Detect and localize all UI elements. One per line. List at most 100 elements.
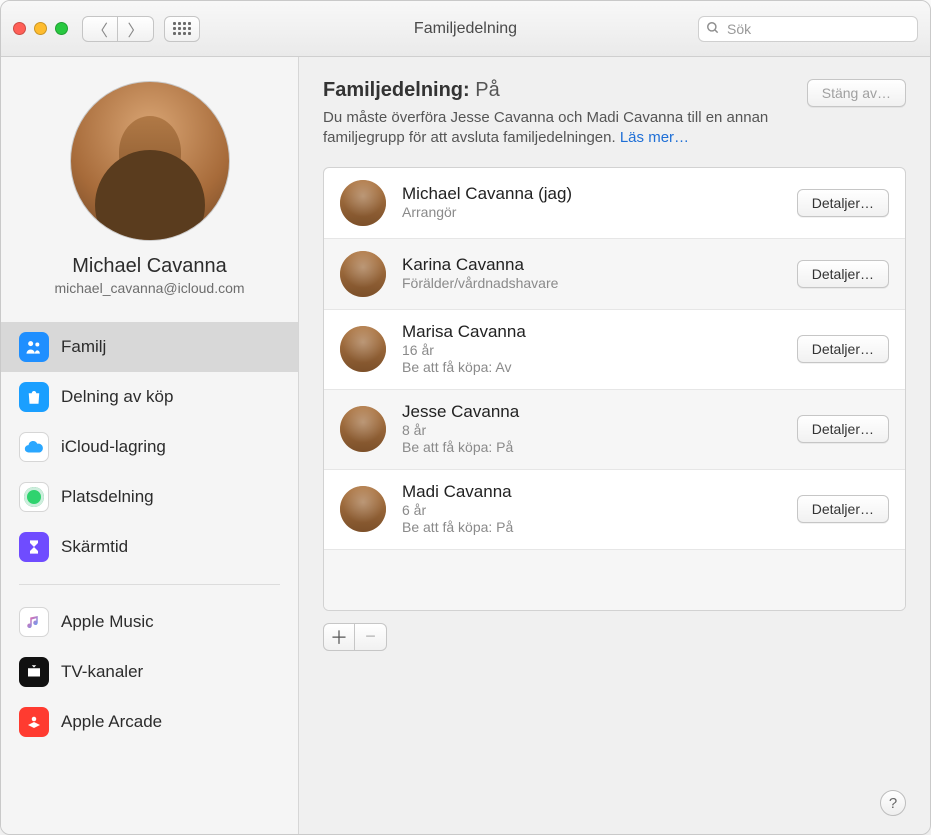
sidebar: Michael Cavanna michael_cavanna@icloud.c… bbox=[1, 57, 299, 834]
cloud-icon bbox=[19, 432, 49, 462]
member-role: 8 år bbox=[402, 422, 781, 440]
member-avatar bbox=[340, 326, 386, 372]
plus-icon: ＋ bbox=[330, 624, 348, 650]
header-row: Familjedelning: På Du måste överföra Jes… bbox=[323, 79, 906, 149]
page-title: Familjedelning: På bbox=[323, 79, 807, 102]
nav-buttons: 〈 〉 bbox=[82, 16, 154, 42]
member-extra: Be att få köpa: Av bbox=[402, 359, 781, 377]
member-extra: Be att få köpa: På bbox=[402, 519, 781, 537]
sidebar-item-label: Familj bbox=[61, 337, 106, 357]
chevron-right-icon: 〉 bbox=[127, 17, 143, 41]
member-avatar bbox=[340, 180, 386, 226]
sidebar-item-screen-time[interactable]: Skärmtid bbox=[1, 522, 298, 572]
member-name: Madi Cavanna bbox=[402, 482, 781, 502]
question-icon: ? bbox=[889, 795, 897, 812]
sidebar-item-label: Apple Arcade bbox=[61, 712, 162, 732]
details-button[interactable]: Detaljer… bbox=[797, 495, 889, 523]
titlebar: 〈 〉 Familjedelning bbox=[1, 1, 930, 57]
member-info: Madi Cavanna 6 år Be att få köpa: På bbox=[402, 482, 781, 537]
member-name: Jesse Cavanna bbox=[402, 402, 781, 422]
window-title: Familjedelning bbox=[414, 20, 517, 38]
sidebar-item-label: Apple Music bbox=[61, 612, 154, 632]
member-role: Arrangör bbox=[402, 204, 781, 222]
sidebar-item-purchase-sharing[interactable]: Delning av köp bbox=[1, 372, 298, 422]
sidebar-item-family[interactable]: Familj bbox=[1, 322, 298, 372]
member-role: 6 år bbox=[402, 502, 781, 520]
location-icon bbox=[19, 482, 49, 512]
member-list: Michael Cavanna (jag) Arrangör Detaljer…… bbox=[323, 167, 906, 611]
window-controls bbox=[13, 22, 68, 35]
add-remove-controls: ＋ − bbox=[323, 623, 906, 651]
search-icon bbox=[706, 21, 720, 39]
member-avatar bbox=[340, 486, 386, 532]
body: Michael Cavanna michael_cavanna@icloud.c… bbox=[1, 57, 930, 834]
member-name: Michael Cavanna (jag) bbox=[402, 184, 781, 204]
member-avatar bbox=[340, 251, 386, 297]
sidebar-list: Familj Delning av köp iCloud-lagring bbox=[1, 322, 298, 747]
sidebar-item-label: Skärmtid bbox=[61, 537, 128, 557]
search-input[interactable] bbox=[698, 16, 918, 42]
header-subtext: Du måste överföra Jesse Cavanna och Madi… bbox=[323, 108, 807, 149]
user-name: Michael Cavanna bbox=[72, 255, 227, 278]
member-name: Karina Cavanna bbox=[402, 255, 781, 275]
search-wrap bbox=[698, 16, 918, 42]
sidebar-item-label: TV-kanaler bbox=[61, 662, 143, 682]
member-role: Förälder/vårdnadshavare bbox=[402, 275, 781, 293]
shopping-bag-icon bbox=[19, 382, 49, 412]
member-extra: Be att få köpa: På bbox=[402, 439, 781, 457]
member-name: Marisa Cavanna bbox=[402, 322, 781, 342]
family-icon bbox=[19, 332, 49, 362]
close-window-button[interactable] bbox=[13, 22, 26, 35]
details-button[interactable]: Detaljer… bbox=[797, 335, 889, 363]
details-button[interactable]: Detaljer… bbox=[797, 415, 889, 443]
sidebar-item-apple-music[interactable]: Apple Music bbox=[1, 597, 298, 647]
grid-icon bbox=[173, 22, 191, 35]
forward-button[interactable]: 〉 bbox=[118, 16, 154, 42]
tv-icon bbox=[19, 657, 49, 687]
help-button[interactable]: ? bbox=[880, 790, 906, 816]
member-row[interactable]: Madi Cavanna 6 år Be att få köpa: På Det… bbox=[324, 470, 905, 550]
show-all-button[interactable] bbox=[164, 16, 200, 42]
hourglass-icon bbox=[19, 532, 49, 562]
main-content: Familjedelning: På Du måste överföra Jes… bbox=[299, 57, 930, 834]
member-info: Karina Cavanna Förälder/vårdnadshavare bbox=[402, 255, 781, 293]
remove-member-button[interactable]: − bbox=[355, 623, 387, 651]
user-avatar bbox=[70, 81, 230, 241]
sidebar-item-label: Platsdelning bbox=[61, 487, 154, 507]
title-label: Familjedelning: bbox=[323, 79, 470, 101]
sidebar-item-label: iCloud-lagring bbox=[61, 437, 166, 457]
details-button[interactable]: Detaljer… bbox=[797, 189, 889, 217]
subtext-text: Du måste överföra Jesse Cavanna och Madi… bbox=[323, 109, 768, 146]
minus-icon: − bbox=[365, 626, 376, 647]
member-row[interactable]: Karina Cavanna Förälder/vårdnadshavare D… bbox=[324, 239, 905, 310]
arcade-icon bbox=[19, 707, 49, 737]
sidebar-item-icloud-storage[interactable]: iCloud-lagring bbox=[1, 422, 298, 472]
sidebar-item-tv-channels[interactable]: TV-kanaler bbox=[1, 647, 298, 697]
profile-block: Michael Cavanna michael_cavanna@icloud.c… bbox=[1, 73, 298, 314]
member-row[interactable]: Michael Cavanna (jag) Arrangör Detaljer… bbox=[324, 168, 905, 239]
back-button[interactable]: 〈 bbox=[82, 16, 118, 42]
chevron-left-icon: 〈 bbox=[92, 17, 108, 41]
window-frame: 〈 〉 Familjedelning Michael Cavanna micha… bbox=[0, 0, 931, 835]
music-icon bbox=[19, 607, 49, 637]
member-row[interactable]: Marisa Cavanna 16 år Be att få köpa: Av … bbox=[324, 310, 905, 390]
sidebar-divider bbox=[19, 584, 280, 585]
title-status: På bbox=[475, 79, 499, 101]
sidebar-item-label: Delning av köp bbox=[61, 387, 173, 407]
sidebar-item-apple-arcade[interactable]: Apple Arcade bbox=[1, 697, 298, 747]
member-info: Michael Cavanna (jag) Arrangör bbox=[402, 184, 781, 222]
minimize-window-button[interactable] bbox=[34, 22, 47, 35]
add-member-button[interactable]: ＋ bbox=[323, 623, 355, 651]
turn-off-button[interactable]: Stäng av… bbox=[807, 79, 906, 107]
zoom-window-button[interactable] bbox=[55, 22, 68, 35]
member-avatar bbox=[340, 406, 386, 452]
sidebar-item-location-sharing[interactable]: Platsdelning bbox=[1, 472, 298, 522]
member-row[interactable]: Jesse Cavanna 8 år Be att få köpa: På De… bbox=[324, 390, 905, 470]
empty-row bbox=[324, 550, 905, 610]
learn-more-link[interactable]: Läs mer… bbox=[620, 129, 689, 146]
user-email: michael_cavanna@icloud.com bbox=[54, 280, 244, 296]
details-button[interactable]: Detaljer… bbox=[797, 260, 889, 288]
member-info: Jesse Cavanna 8 år Be att få köpa: På bbox=[402, 402, 781, 457]
member-role: 16 år bbox=[402, 342, 781, 360]
member-info: Marisa Cavanna 16 år Be att få köpa: Av bbox=[402, 322, 781, 377]
